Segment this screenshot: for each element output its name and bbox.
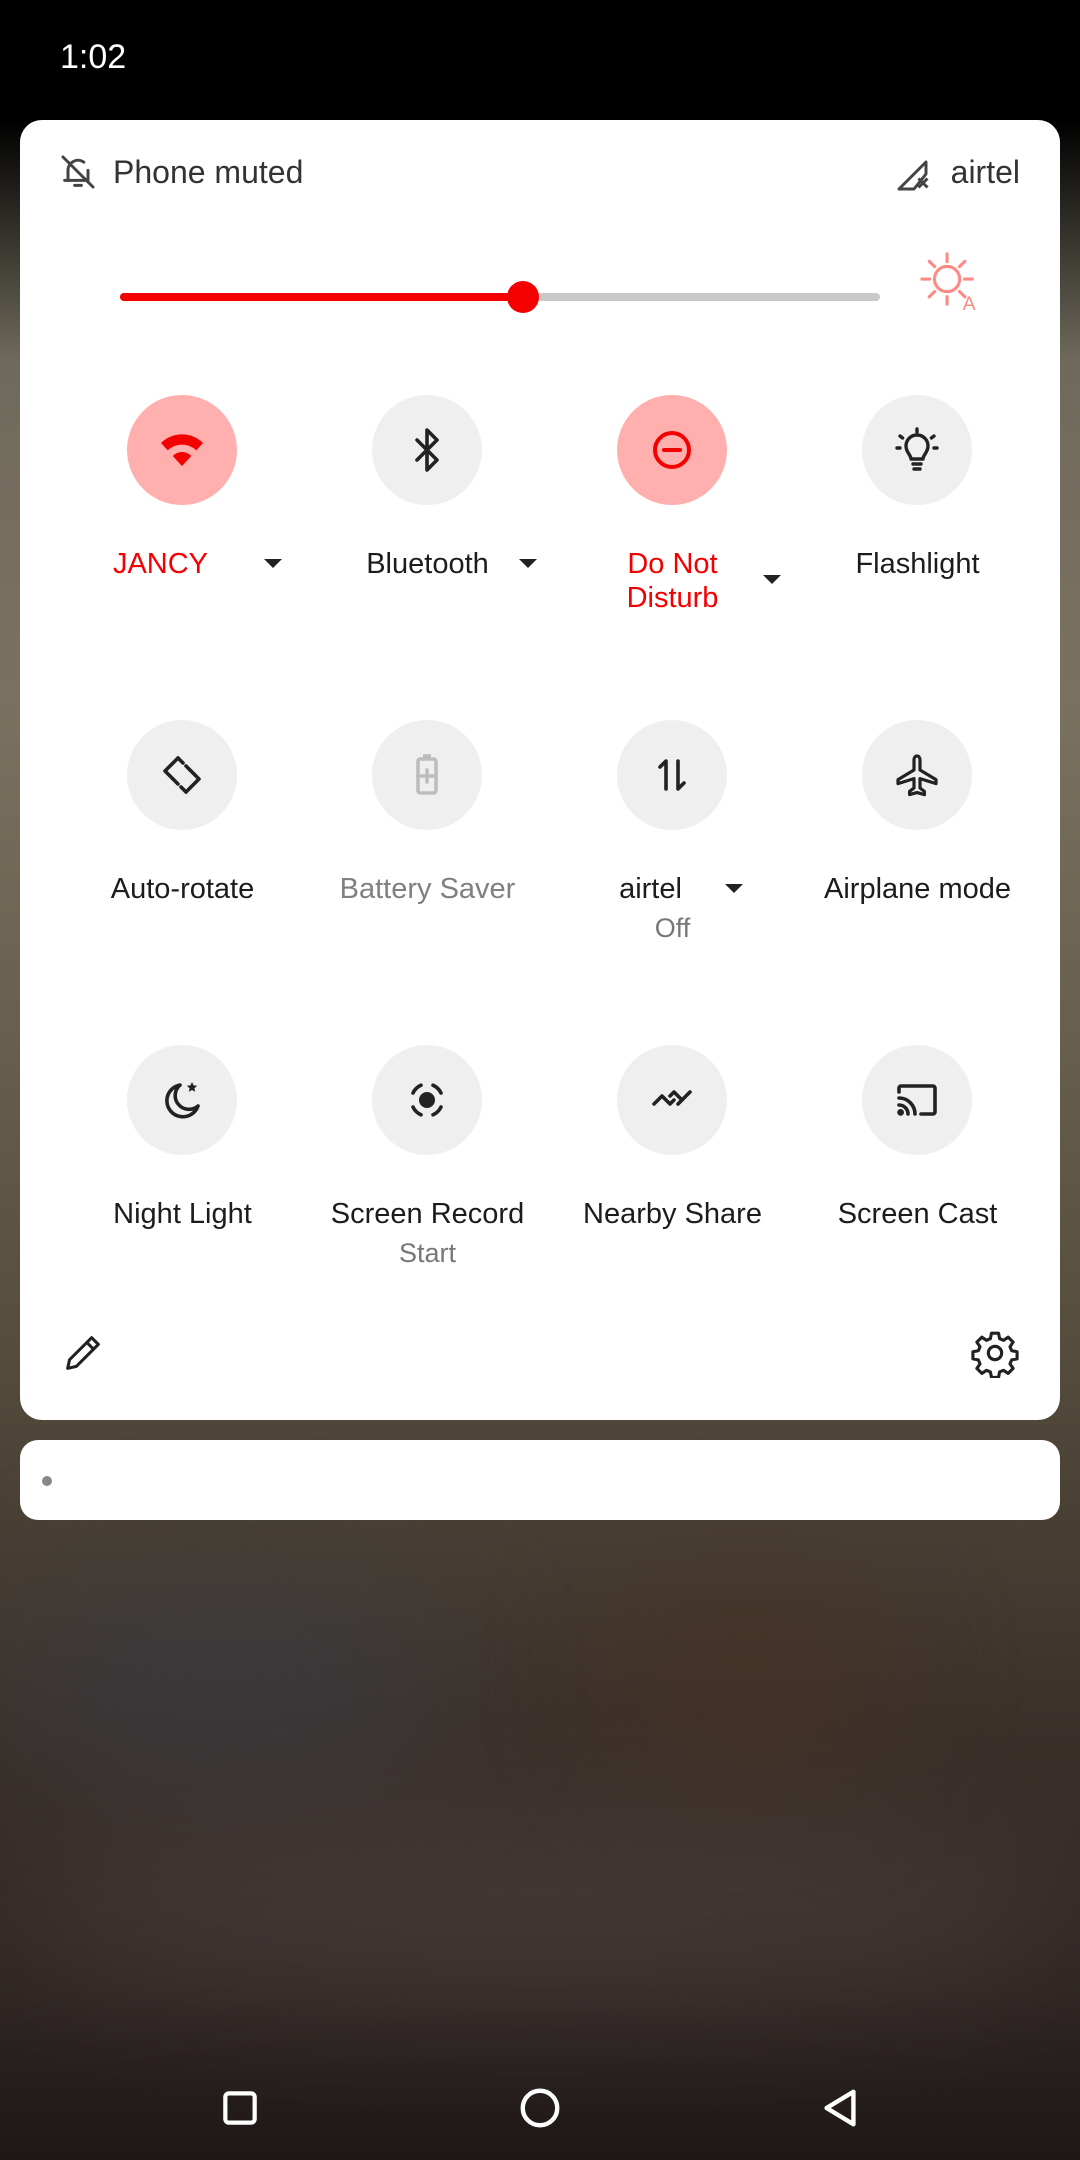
- recents-icon: [223, 2091, 257, 2125]
- auto-brightness-icon[interactable]: A: [918, 250, 980, 312]
- chevron-down-icon[interactable]: [264, 559, 282, 568]
- tile-nearby-share[interactable]: Nearby Share: [550, 1045, 795, 1285]
- tile-bluetooth[interactable]: Bluetooth: [305, 395, 550, 635]
- tile-screen-cast-button[interactable]: [862, 1045, 972, 1155]
- bell-off-icon: [61, 155, 95, 189]
- tile-dnd-label: Do Not Disturb: [626, 548, 719, 614]
- airplane-icon: [896, 754, 938, 797]
- tile-battery-saver-label: Battery Saver: [339, 873, 516, 905]
- tile-night-light-button[interactable]: [127, 1045, 237, 1155]
- back-icon: [824, 2089, 856, 2127]
- tile-airplane-button[interactable]: [862, 720, 972, 830]
- screen-record-icon: [411, 1083, 443, 1117]
- tile-airplane-label: Airplane mode: [824, 873, 1011, 905]
- brightness-thumb[interactable]: [506, 281, 539, 313]
- tile-battery-saver[interactable]: Battery Saver: [305, 720, 550, 960]
- flashlight-icon: [895, 427, 939, 471]
- recents-button[interactable]: [210, 2078, 270, 2138]
- tile-dnd-button[interactable]: [617, 395, 727, 505]
- tile-mobile-data[interactable]: airtel Off: [550, 720, 795, 960]
- screen-cast-icon: [897, 1084, 937, 1116]
- navigation-bar: [0, 2060, 1080, 2160]
- tile-screen-cast[interactable]: Screen Cast: [795, 1045, 1040, 1285]
- do-not-disturb-icon: [653, 431, 691, 469]
- wifi-icon: [161, 434, 203, 466]
- tile-screen-record[interactable]: Screen Record Start: [305, 1045, 550, 1285]
- tile-screen-record-label: Screen Record: [330, 1198, 525, 1230]
- tile-night-light-label: Night Light: [113, 1198, 252, 1230]
- tile-auto-rotate-label: Auto-rotate: [110, 873, 255, 905]
- tile-auto-rotate[interactable]: Auto-rotate: [60, 720, 305, 960]
- tile-mobile-data-status: Off: [654, 913, 691, 943]
- home-button[interactable]: [510, 2078, 570, 2138]
- tile-screen-record-button[interactable]: [372, 1045, 482, 1155]
- auto-rotate-icon: [163, 756, 201, 794]
- ringer-status[interactable]: Phone muted: [113, 154, 303, 191]
- chevron-down-icon[interactable]: [763, 575, 781, 584]
- notification-dot: [42, 1476, 52, 1486]
- brightness-slider[interactable]: [120, 258, 900, 338]
- tile-do-not-disturb[interactable]: Do Not Disturb: [550, 395, 795, 635]
- tile-screen-cast-label: Screen Cast: [837, 1198, 998, 1230]
- battery-saver-icon: [416, 754, 438, 795]
- carrier-name: airtel: [950, 154, 1020, 190]
- tile-airplane-mode[interactable]: Airplane mode: [795, 720, 1040, 960]
- tile-flashlight[interactable]: Flashlight: [795, 395, 1040, 635]
- notification-card[interactable]: [20, 1440, 1060, 1520]
- tile-flashlight-button[interactable]: [862, 395, 972, 505]
- brightness-track[interactable]: [120, 281, 880, 313]
- mobile-data-icon: [658, 759, 686, 791]
- home-icon: [520, 2088, 560, 2128]
- night-light-icon: [165, 1082, 200, 1119]
- nearby-share-icon: [652, 1090, 692, 1106]
- gear-icon[interactable]: [970, 1328, 1020, 1378]
- brightness-fill: [120, 293, 523, 301]
- back-button[interactable]: [810, 2078, 870, 2138]
- status-bar-clock: 1:02: [60, 38, 127, 76]
- tile-night-light[interactable]: Night Light: [60, 1045, 305, 1285]
- pencil-icon[interactable]: [60, 1330, 106, 1376]
- tile-nearby-share-button[interactable]: [617, 1045, 727, 1155]
- quick-settings-header: Phone muted airtel: [20, 120, 1060, 220]
- signal-no-service-icon: [897, 160, 929, 191]
- chevron-down-icon[interactable]: [725, 884, 743, 893]
- tile-auto-rotate-button[interactable]: [127, 720, 237, 830]
- chevron-down-icon[interactable]: [519, 559, 537, 568]
- tile-wifi-label: JANCY: [112, 548, 209, 580]
- tile-wifi-button[interactable]: [127, 395, 237, 505]
- tile-nearby-share-label: Nearby Share: [583, 1198, 762, 1230]
- tile-flashlight-label: Flashlight: [855, 548, 980, 580]
- svg-text:A: A: [963, 293, 976, 312]
- tile-battery-saver-button[interactable]: [372, 720, 482, 830]
- tile-bluetooth-label: Bluetooth: [366, 548, 489, 580]
- status-bar: 1:02: [0, 0, 1080, 120]
- quick-settings-panel: Phone muted airtel A JANCY Bluetooth Do …: [20, 120, 1060, 1420]
- tile-screen-record-status: Start: [398, 1238, 457, 1268]
- bluetooth-icon: [415, 428, 439, 472]
- tile-bluetooth-button[interactable]: [372, 395, 482, 505]
- tile-mobile-data-button[interactable]: [617, 720, 727, 830]
- tile-wifi[interactable]: JANCY: [60, 395, 305, 635]
